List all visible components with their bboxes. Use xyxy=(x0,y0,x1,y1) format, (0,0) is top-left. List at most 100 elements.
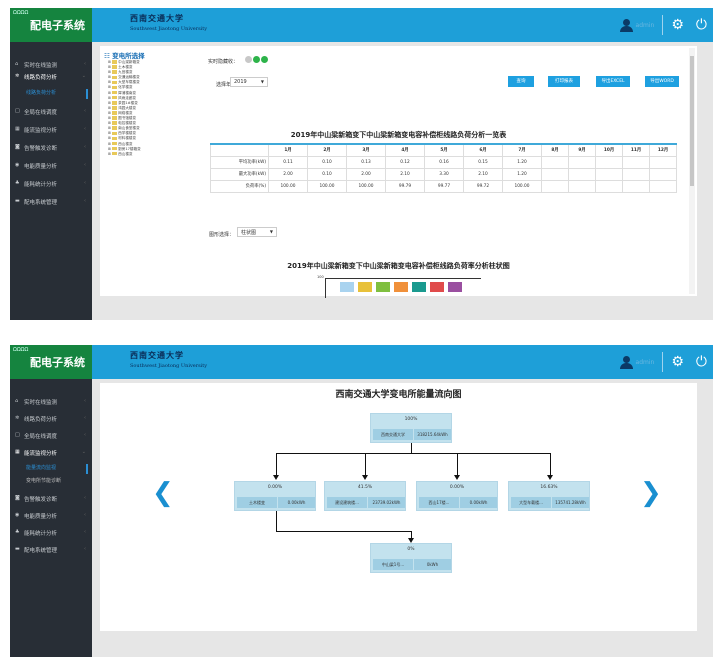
table-column-header: 7月 xyxy=(502,143,542,157)
username[interactable]: admin xyxy=(636,359,655,366)
flow-node-root[interactable]: 100% 西南交通大学 318215.64kWh xyxy=(370,413,452,443)
sidebar-item-realtime-monitor[interactable]: ⌂ 实时在线监测 ‹ xyxy=(10,59,92,71)
legend-swatch[interactable] xyxy=(376,282,390,292)
legend-swatch[interactable] xyxy=(412,282,426,292)
sidebar-item-label: 能流监视分析 xyxy=(24,128,58,134)
table-cell: 0.12 xyxy=(385,155,425,169)
sidebar-item-label: 配电系统管理 xyxy=(24,200,58,206)
folder-icon xyxy=(112,151,118,156)
sidebar-item-energy-stats[interactable]: ♣ 能耗统计分析 ‹ xyxy=(10,178,92,190)
gear-icon[interactable]: ⚙ xyxy=(671,17,684,33)
gear-icon[interactable]: ⚙ xyxy=(671,354,684,370)
sidebar-item-energy-flow[interactable]: ▦ 能流监视分析 ‹ xyxy=(10,124,92,136)
sidebar-item-global-dispatch[interactable]: □ 全局在线调度 ‹ xyxy=(10,430,92,442)
table-cell: 0.13 xyxy=(346,155,386,169)
sidebar: ⌂ 实时在线监测 ‹ ✲ 线路负荷分析 ⌄ 线路负荷分析 □ 全局在线调度 ‹ ▦ 能流监视分… xyxy=(10,42,92,320)
export-word-button[interactable]: 导出WORD xyxy=(645,76,679,87)
arrow-down-icon xyxy=(362,475,368,480)
chevron-left-icon[interactable]: ❮ xyxy=(152,478,174,508)
power-icon[interactable]: ⏻ xyxy=(696,354,707,370)
university-name-en: Southwest Jiaotong University xyxy=(130,363,208,369)
sidebar-item-global-dispatch[interactable]: □ 全局在线调度 ‹ xyxy=(10,106,92,118)
legend-swatch[interactable] xyxy=(430,282,444,292)
table-cell: 1.20 xyxy=(502,155,542,169)
scrollbar-thumb[interactable] xyxy=(690,56,694,186)
year-select[interactable]: 2019 ▼ xyxy=(230,77,268,87)
arrow-down-icon xyxy=(454,475,460,480)
flow-node-child[interactable]: 16.63% 大型车载楼... 135741.28kWh xyxy=(508,481,590,511)
node-name: 西山17楼... xyxy=(419,497,459,508)
sidebar-item-power-quality[interactable]: ◉ 电能质量分析 ‹ xyxy=(10,510,92,522)
sidebar-item-power-quality[interactable]: ◉ 电能质量分析 ‹ xyxy=(10,160,92,172)
tree-node-label: 网络楼变 xyxy=(118,110,133,115)
sidebar-item-energy-flow[interactable]: ▦ 能流监视分析 ⌄ xyxy=(10,447,92,459)
legend-swatch[interactable] xyxy=(448,282,462,292)
flow-node-child[interactable]: 0.00% 西山17楼... 0.00kWh xyxy=(416,481,498,511)
sidebar-item-alarm[interactable]: ◙ 告警触发诊断 ‹ xyxy=(10,142,92,154)
sidebar-item-line-load[interactable]: ✲ 线路负荷分析 ‹ xyxy=(10,413,92,425)
sidebar-item-line-load[interactable]: ✲ 线路负荷分析 ⌄ xyxy=(10,71,92,83)
table-column-header: 6月 xyxy=(463,143,503,157)
table-column-header: 12月 xyxy=(649,143,677,157)
table-cell: 2.00 xyxy=(346,167,386,181)
power-icon[interactable]: ⏻ xyxy=(696,17,707,33)
green-circle-icon[interactable] xyxy=(253,56,260,63)
content-scrollbar[interactable] xyxy=(689,48,695,294)
chevron-left-icon: ‹ xyxy=(84,529,86,535)
tree-node-label: 大型车载楼变 xyxy=(118,80,140,85)
query-button[interactable]: 查询 xyxy=(508,76,534,87)
tree-node-label: 化学楼变 xyxy=(118,85,133,90)
submenu-line-load-analysis[interactable]: 线路负荷分析 xyxy=(20,89,88,99)
sidebar-item-realtime-monitor[interactable]: ⌂ 实时在线监测 ‹ xyxy=(10,396,92,408)
submenu-energy-flow-monitor[interactable]: 能量流向监视 xyxy=(20,464,88,474)
university-name-en: Southwest Jiaotong University xyxy=(130,26,208,32)
sidebar-item-alarm[interactable]: ◙ 告警触发诊断 ‹ xyxy=(10,493,92,505)
user-icon[interactable] xyxy=(619,18,633,32)
submenu-energy-saving-diagnosis[interactable]: 变电所节能诊断 xyxy=(20,477,88,487)
university-name-cn: 西南交通大学 xyxy=(130,350,184,360)
chart-type-label: 图形选择： xyxy=(209,232,235,238)
sidebar-item-system-manage[interactable]: ▬ 配电系统管理 ‹ xyxy=(10,544,92,556)
legend-swatch[interactable] xyxy=(358,282,372,292)
green-circle-icon[interactable] xyxy=(261,56,268,63)
sidebar-item-label: 全局在线调度 xyxy=(24,110,58,116)
system-logo[interactable]: ΩΩΩΩ 配电子系统 xyxy=(10,345,92,379)
node-value: 0.00kWh xyxy=(278,497,315,508)
table-row-header: 最大功率(kW) xyxy=(210,167,269,181)
top-header: ΩΩΩΩ 配电子系统 西南交通大学 Southwest Jiaotong Uni… xyxy=(10,8,713,42)
flow-node-child[interactable]: 41.5% 建设建筑楼... 23739.02kWh xyxy=(324,481,406,511)
sidebar-item-system-manage[interactable]: ▬ 配电系统管理 ‹ xyxy=(10,196,92,208)
system-logo[interactable]: ΩΩΩΩ 配电子系统 xyxy=(10,8,92,42)
chevron-left-icon: ‹ xyxy=(84,162,86,168)
export-excel-button[interactable]: 导出EXCEL xyxy=(596,76,630,87)
folder-icon xyxy=(112,90,118,95)
folder-icon xyxy=(112,101,118,105)
table-cell xyxy=(568,179,596,193)
tree-node-label: 厨房17楼箱变 xyxy=(118,146,141,151)
sidebar-item-label: 线路负荷分析 xyxy=(24,417,58,423)
table-cell xyxy=(649,155,677,169)
print-report-button[interactable]: 打印报表 xyxy=(548,76,580,87)
connector-line xyxy=(550,453,551,476)
flow-node-grandchild[interactable]: 0% 中山梁1号... 0kWh xyxy=(370,543,452,573)
sidebar-item-energy-stats[interactable]: ♣ 能耗统计分析 ‹ xyxy=(10,527,92,539)
chart-type-select[interactable]: 柱状图 ▼ xyxy=(237,227,277,237)
chart-type-value: 柱状图 xyxy=(241,230,257,236)
header-tools: admin ⚙ ⏻ xyxy=(619,14,707,36)
legend-swatch[interactable] xyxy=(394,282,408,292)
main-content: 西南交通大学变电所能量流向图 100% 西南交通大学 318215.64kWh … xyxy=(100,383,697,631)
chevron-left-icon: ‹ xyxy=(84,108,86,114)
chevron-left-icon: ‹ xyxy=(84,512,86,518)
table-cell xyxy=(595,167,623,181)
username[interactable]: admin xyxy=(636,22,655,29)
top-header: ΩΩΩΩ 配电子系统 西南交通大学 Southwest Jiaotong Uni… xyxy=(10,345,713,379)
square-icon: □ xyxy=(15,432,20,438)
node-name: 大型车载楼... xyxy=(511,497,551,508)
tree-node[interactable]: ⊞ 西山楼变 xyxy=(108,152,188,157)
legend-swatch[interactable] xyxy=(340,282,354,292)
gray-circle-icon[interactable] xyxy=(245,56,252,63)
chevron-right-icon[interactable]: ❯ xyxy=(640,478,662,508)
flow-node-child[interactable]: 0.00% 土木楼变 0.00kWh xyxy=(234,481,316,511)
user-icon[interactable] xyxy=(619,355,633,369)
table-cell xyxy=(541,155,569,169)
